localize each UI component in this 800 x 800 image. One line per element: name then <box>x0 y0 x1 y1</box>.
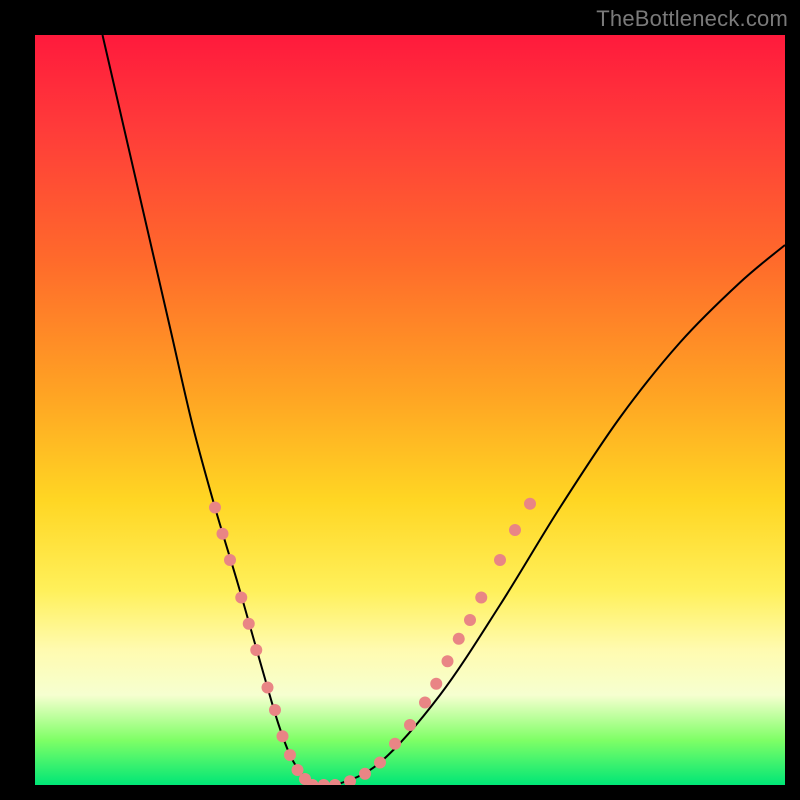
marker-dot <box>217 528 229 540</box>
marker-dot <box>389 738 401 750</box>
marker-group-left <box>209 502 341 786</box>
marker-dot <box>262 682 274 694</box>
marker-dot <box>284 749 296 761</box>
bottleneck-curve <box>103 35 786 785</box>
chart-svg <box>35 35 785 785</box>
marker-dot <box>494 554 506 566</box>
marker-dot <box>475 592 487 604</box>
marker-dot <box>453 633 465 645</box>
marker-dot <box>374 757 386 769</box>
marker-dot <box>419 697 431 709</box>
marker-dot <box>235 592 247 604</box>
plot-area <box>35 35 785 785</box>
marker-dot <box>509 524 521 536</box>
marker-dot <box>269 704 281 716</box>
stage: TheBottleneck.com <box>0 0 800 800</box>
marker-dot <box>464 614 476 626</box>
marker-dot <box>442 655 454 667</box>
marker-dot <box>224 554 236 566</box>
marker-dot <box>344 775 356 785</box>
marker-dot <box>277 730 289 742</box>
marker-dot <box>250 644 262 656</box>
marker-dot <box>430 678 442 690</box>
marker-dot <box>359 768 371 780</box>
marker-dot <box>404 719 416 731</box>
marker-group-right <box>344 498 536 785</box>
watermark-label: TheBottleneck.com <box>596 6 788 32</box>
marker-dot <box>318 779 330 785</box>
marker-dot <box>524 498 536 510</box>
marker-dot <box>243 618 255 630</box>
marker-dot <box>329 779 341 785</box>
marker-dot <box>209 502 221 514</box>
